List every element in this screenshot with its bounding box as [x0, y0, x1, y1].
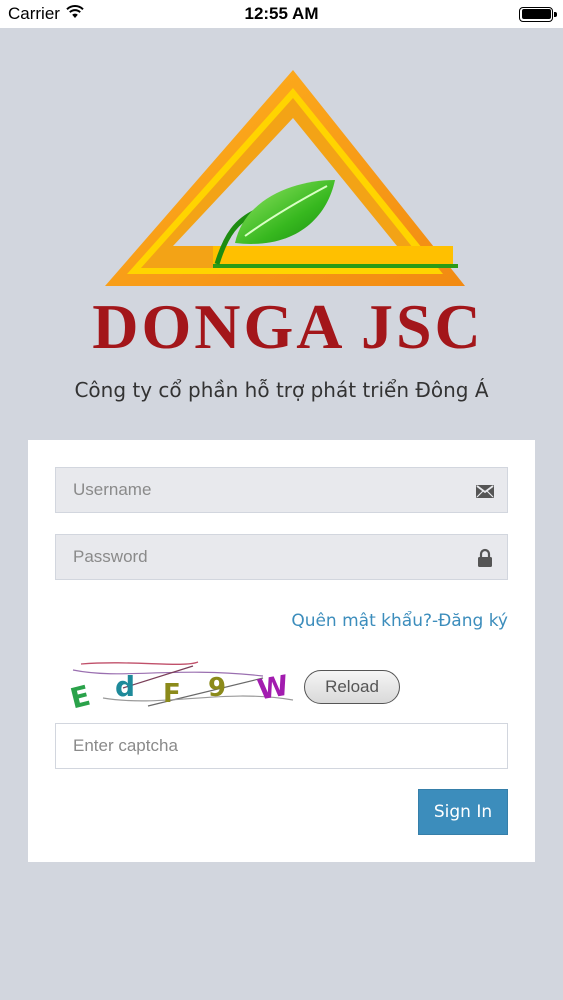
status-time: 12:55 AM	[244, 4, 319, 23]
captcha-char: 9	[208, 673, 226, 703]
captcha-image: E d F 9 W	[67, 661, 294, 713]
status-bar: Carrier 12:55 AM	[0, 0, 563, 28]
captcha-char: F	[163, 679, 181, 709]
password-input[interactable]	[56, 535, 507, 579]
status-left: Carrier	[8, 4, 84, 24]
password-field-wrap	[55, 534, 508, 580]
register-link[interactable]: -Đăng ký	[432, 611, 508, 631]
logo-wordmark: DONGA JSC	[92, 291, 484, 362]
wifi-icon	[66, 4, 84, 24]
username-field-wrap	[55, 467, 508, 513]
envelope-icon	[476, 485, 494, 498]
username-input[interactable]	[56, 468, 507, 512]
captcha-field-wrap	[55, 723, 508, 769]
forgot-password-link[interactable]: Quên mật khẩu?	[291, 611, 432, 631]
logo-text-wrap: DONGA JSC	[0, 290, 563, 365]
lock-icon	[478, 548, 492, 567]
carrier-label: Carrier	[8, 4, 60, 23]
logo-wordmark-text: DONGA JSC	[92, 291, 484, 360]
login-box: Quên mật khẩu?-Đăng ký E d F 9 W Reload …	[28, 440, 535, 862]
battery-icon	[519, 6, 557, 22]
captcha-input[interactable]	[56, 724, 507, 768]
reload-captcha-button[interactable]: Reload	[304, 670, 400, 704]
captcha-char: W	[255, 669, 291, 707]
captcha-char: E	[67, 679, 94, 713]
sign-in-button[interactable]: Sign In	[418, 789, 508, 835]
captcha-char: d	[115, 670, 135, 703]
account-links: Quên mật khẩu?-Đăng ký	[291, 611, 508, 631]
company-tagline: Công ty cổ phần hỗ trợ phát triển Đông Á	[74, 378, 489, 402]
